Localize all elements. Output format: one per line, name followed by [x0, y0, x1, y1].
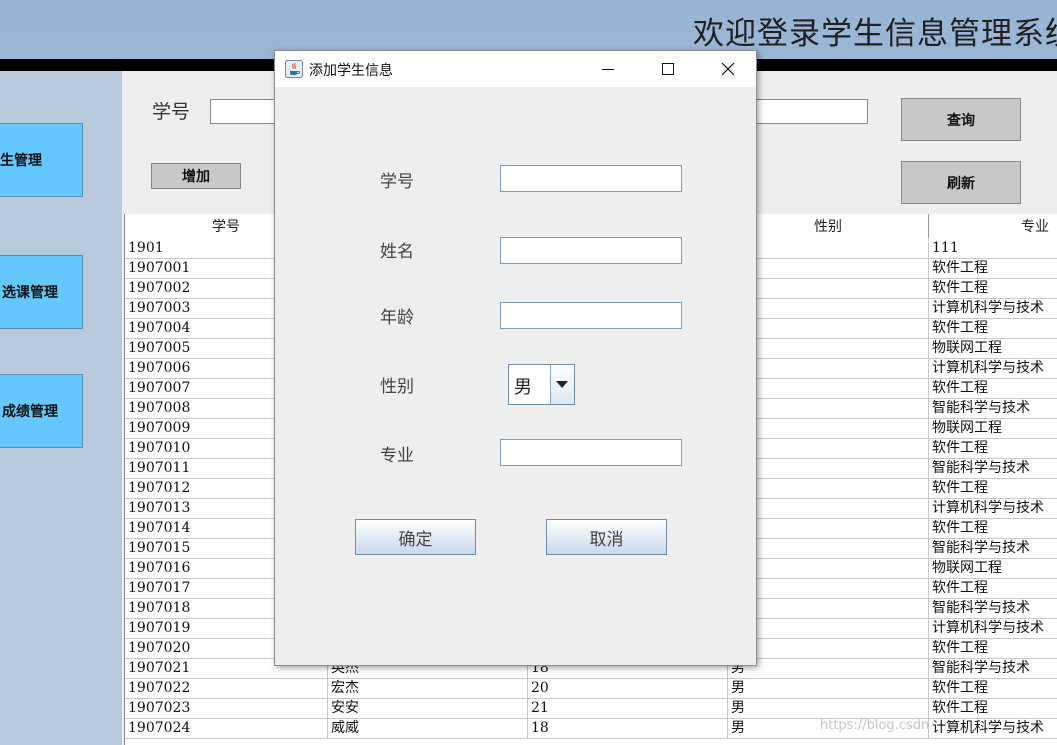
add-student-dialog: 添加学生信息 学号 姓名 年龄 性别 男 专业 确定 取消 [274, 50, 757, 666]
name-input[interactable] [500, 237, 682, 264]
refresh-button[interactable]: 刷新 [901, 161, 1021, 204]
cell-gender [728, 539, 929, 558]
cell-major: 智能科学与技术 [929, 659, 1057, 678]
major-input[interactable] [500, 439, 682, 466]
cell-major: 软件工程 [929, 479, 1057, 498]
column-header-gender[interactable]: 性别 [728, 214, 929, 238]
gender-selected-value: 男 [514, 377, 532, 398]
cell-id: 1907024 [125, 719, 328, 738]
cell-major: 软件工程 [929, 379, 1057, 398]
cell-gender [728, 259, 929, 278]
cell-major: 计算机科学与技术 [929, 499, 1057, 518]
cell-gender [728, 479, 929, 498]
sidebar-item-label: 选课管理 [2, 285, 58, 301]
major-label: 专业 [380, 446, 414, 466]
student-id-label: 学号 [380, 172, 414, 192]
cell-major: 软件工程 [929, 579, 1057, 598]
column-header-major[interactable]: 专业 [929, 214, 1057, 238]
dropdown-arrow-icon [556, 381, 568, 388]
cell-major: 物联网工程 [929, 419, 1057, 438]
app-title: 欢迎登录学生信息管理系统 [693, 16, 1057, 52]
cell-major: 软件工程 [929, 639, 1057, 658]
cell-gender [728, 499, 929, 518]
cell-gender [728, 299, 929, 318]
cell-gender [728, 519, 929, 538]
maximize-button[interactable] [645, 51, 691, 87]
sidebar-item-student-management[interactable]: 学生管理 [0, 123, 83, 197]
sidebar: 学生管理 选课管理 成绩管理 [0, 71, 122, 745]
cell-major: 智能科学与技术 [929, 539, 1057, 558]
cell-gender [728, 639, 929, 658]
cell-gender [728, 419, 929, 438]
dialog-titlebar[interactable]: 添加学生信息 [275, 51, 756, 87]
java-app-icon [285, 60, 303, 78]
cell-gender [728, 319, 929, 338]
cell-gender [728, 339, 929, 358]
table-row[interactable]: 1907023 安安 21 男软件工程 [125, 699, 1057, 719]
add-button[interactable]: 增加 [151, 163, 241, 189]
sidebar-item-course-selection[interactable]: 选课管理 [0, 255, 83, 329]
table-row[interactable]: 1907022 宏杰 20 男软件工程 [125, 679, 1057, 699]
cell-gender [728, 579, 929, 598]
cell-gender [728, 399, 929, 418]
watermark: https://blog.csdn [820, 718, 930, 733]
cell-id: 1907022 [125, 679, 328, 698]
cell-gender: 男 [728, 659, 929, 678]
cell-gender [728, 559, 929, 578]
cell-major: 111 [929, 239, 1057, 258]
search-label: 学号 [152, 101, 191, 123]
cell-major: 软件工程 [929, 319, 1057, 338]
cell-major: 计算机科学与技术 [929, 299, 1057, 318]
cell-major: 软件工程 [929, 519, 1057, 538]
close-icon [721, 62, 735, 76]
minimize-icon [602, 69, 614, 70]
name-label: 姓名 [380, 242, 414, 262]
cell-major: 智能科学与技术 [929, 459, 1057, 478]
cell-gender [728, 439, 929, 458]
cell-gender [728, 459, 929, 478]
cell-gender [728, 379, 929, 398]
cell-age: 18 [528, 719, 728, 738]
cell-gender [728, 279, 929, 298]
age-label: 年龄 [380, 308, 414, 328]
sidebar-item-label: 成绩管理 [2, 404, 58, 420]
cell-gender: 男 [728, 679, 929, 698]
cell-major: 计算机科学与技术 [929, 619, 1057, 638]
cell-age: 20 [528, 679, 728, 698]
cell-age: 21 [528, 699, 728, 718]
cell-major: 软件工程 [929, 679, 1057, 698]
cell-gender [728, 239, 929, 258]
gender-select[interactable]: 男 [508, 364, 575, 405]
cell-major: 智能科学与技术 [929, 599, 1057, 618]
cell-gender [728, 599, 929, 618]
cell-major: 物联网工程 [929, 559, 1057, 578]
cell-major: 物联网工程 [929, 339, 1057, 358]
cell-id: 1907023 [125, 699, 328, 718]
dialog-title: 添加学生信息 [309, 63, 393, 79]
cell-gender [728, 359, 929, 378]
gender-label: 性别 [380, 377, 414, 397]
cell-name: 威威 [328, 719, 528, 738]
cell-major: 软件工程 [929, 439, 1057, 458]
cell-major: 软件工程 [929, 279, 1057, 298]
confirm-button[interactable]: 确定 [355, 519, 476, 555]
cell-gender [728, 619, 929, 638]
cell-gender: 男 [728, 699, 929, 718]
cell-major: 软件工程 [929, 259, 1057, 278]
sidebar-item-label: 学生管理 [0, 153, 42, 169]
cell-major: 软件工程 [929, 699, 1057, 718]
cell-name: 安安 [328, 699, 528, 718]
cell-major: 计算机科学与技术 [929, 359, 1057, 378]
cancel-button[interactable]: 取消 [546, 519, 667, 555]
student-id-input[interactable] [500, 165, 682, 192]
age-input[interactable] [500, 302, 682, 329]
query-button[interactable]: 查询 [901, 98, 1021, 141]
cell-major: 智能科学与技术 [929, 399, 1057, 418]
cell-major: 计算机科学与技术 [929, 719, 1057, 738]
cell-name: 宏杰 [328, 679, 528, 698]
close-button[interactable] [705, 51, 751, 87]
minimize-button[interactable] [585, 51, 631, 87]
maximize-icon [662, 63, 674, 75]
sidebar-item-grade-management[interactable]: 成绩管理 [0, 374, 83, 448]
